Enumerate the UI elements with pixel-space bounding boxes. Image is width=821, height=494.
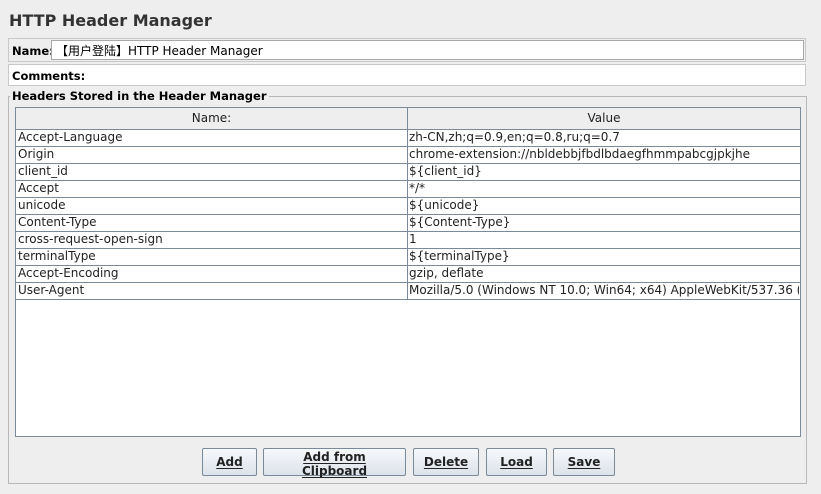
save-button[interactable]: Save [553, 448, 615, 476]
table-row[interactable]: Accept-Encoding gzip, deflate [16, 266, 800, 283]
table-body: Accept-Language zh-CN,zh;q=0.9,en;q=0.8,… [16, 130, 800, 300]
header-value-cell[interactable]: 1 [408, 232, 799, 248]
comments-label: Comments: [12, 69, 86, 83]
header-name-cell[interactable]: Content-Type [16, 215, 408, 231]
name-row: Name: [8, 38, 806, 62]
comments-row[interactable]: Comments: [8, 64, 806, 86]
panel-title: HTTP Header Manager [9, 11, 212, 30]
header-value-cell[interactable]: ${Content-Type} [408, 215, 799, 231]
column-header-value[interactable]: Value [408, 108, 800, 129]
name-label: Name: [12, 44, 54, 58]
header-name-cell[interactable]: Origin [16, 147, 408, 163]
header-name-cell[interactable]: Accept [16, 181, 408, 197]
add-button[interactable]: Add [202, 448, 257, 476]
header-name-cell[interactable]: client_id [16, 164, 408, 180]
table-row[interactable]: Origin chrome-extension://nbldebbjfbdlbd… [16, 147, 800, 164]
header-value-cell[interactable]: ${terminalType} [408, 249, 799, 265]
header-value-cell[interactable]: gzip, deflate [408, 266, 799, 282]
header-name-cell[interactable]: unicode [16, 198, 408, 214]
add-from-clipboard-button[interactable]: Add from Clipboard [263, 448, 406, 478]
header-value-cell[interactable]: ${unicode} [408, 198, 799, 214]
table-row[interactable]: cross-request-open-sign 1 [16, 232, 800, 249]
header-name-cell[interactable]: User-Agent [16, 283, 408, 299]
header-value-cell[interactable]: chrome-extension://nbldebbjfbdlbdaegfhmm… [408, 147, 799, 163]
table-row[interactable]: client_id ${client_id} [16, 164, 800, 181]
table-row[interactable]: terminalType ${terminalType} [16, 249, 800, 266]
header-name-cell[interactable]: Accept-Language [16, 130, 408, 146]
header-value-cell[interactable]: ${client_id} [408, 164, 799, 180]
name-input[interactable] [51, 40, 804, 60]
header-name-cell[interactable]: Accept-Encoding [16, 266, 408, 282]
header-value-cell[interactable]: zh-CN,zh;q=0.9,en;q=0.8,ru;q=0.7 [408, 130, 799, 146]
table-row[interactable]: unicode ${unicode} [16, 198, 800, 215]
table-header: Name: Value [16, 108, 800, 130]
button-bar: Add Add from Clipboard Delete Load Save [0, 448, 821, 478]
table-row[interactable]: User-Agent Mozilla/5.0 (Windows NT 10.0;… [16, 283, 800, 300]
header-value-cell[interactable]: */* [408, 181, 799, 197]
headers-group-legend: Headers Stored in the Header Manager [10, 89, 269, 103]
table-row[interactable]: Content-Type ${Content-Type} [16, 215, 800, 232]
headers-table: Name: Value Accept-Language zh-CN,zh;q=0… [15, 107, 801, 437]
delete-button[interactable]: Delete [413, 448, 479, 476]
column-header-name[interactable]: Name: [16, 108, 408, 129]
table-row[interactable]: Accept-Language zh-CN,zh;q=0.9,en;q=0.8,… [16, 130, 800, 147]
header-value-cell[interactable]: Mozilla/5.0 (Windows NT 10.0; Win64; x64… [408, 283, 799, 299]
header-name-cell[interactable]: terminalType [16, 249, 408, 265]
load-button[interactable]: Load [486, 448, 547, 476]
header-name-cell[interactable]: cross-request-open-sign [16, 232, 408, 248]
table-row[interactable]: Accept */* [16, 181, 800, 198]
